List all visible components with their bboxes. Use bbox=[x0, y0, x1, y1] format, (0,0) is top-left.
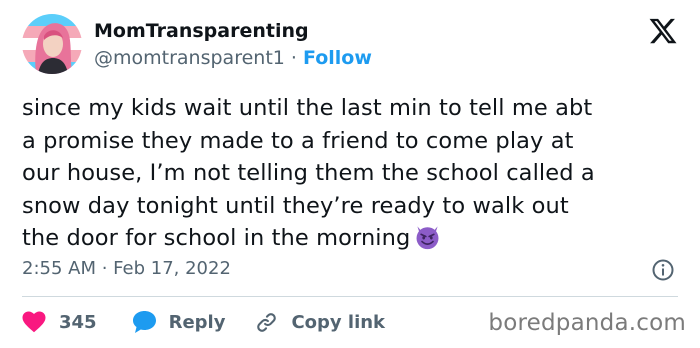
link-icon bbox=[257, 312, 277, 332]
author-handle-line: @momtransparent1 · Follow bbox=[94, 47, 372, 69]
author-display-name[interactable]: MomTransparenting bbox=[94, 20, 309, 42]
action-bar: 345 Reply Copy link bbox=[22, 306, 385, 338]
tweet-text: since my kids wait until the last min to… bbox=[22, 92, 682, 260]
avatar[interactable] bbox=[22, 14, 82, 74]
handle-separator: · bbox=[290, 47, 297, 69]
tweet-body: since my kids wait until the last min to… bbox=[22, 95, 595, 251]
divider bbox=[22, 296, 678, 297]
devil-emoji-icon bbox=[414, 223, 441, 260]
heart-icon bbox=[22, 311, 46, 333]
reply-button[interactable]: Reply bbox=[132, 310, 226, 334]
author-handle[interactable]: @momtransparent1 bbox=[94, 47, 285, 69]
like-button[interactable]: 345 bbox=[22, 311, 97, 333]
x-logo-icon[interactable] bbox=[648, 16, 678, 46]
watermark: boredpanda.com bbox=[488, 310, 686, 336]
follow-button[interactable]: Follow bbox=[303, 47, 372, 69]
reply-label: Reply bbox=[168, 311, 226, 333]
copy-link-label: Copy link bbox=[291, 311, 386, 333]
copy-link-button[interactable]: Copy link bbox=[255, 311, 385, 334]
tweet-timestamp[interactable]: 2:55 AM · Feb 17, 2022 bbox=[22, 258, 231, 279]
like-count: 345 bbox=[59, 311, 97, 333]
reply-bubble-icon bbox=[132, 311, 156, 333]
info-icon[interactable] bbox=[651, 258, 675, 282]
